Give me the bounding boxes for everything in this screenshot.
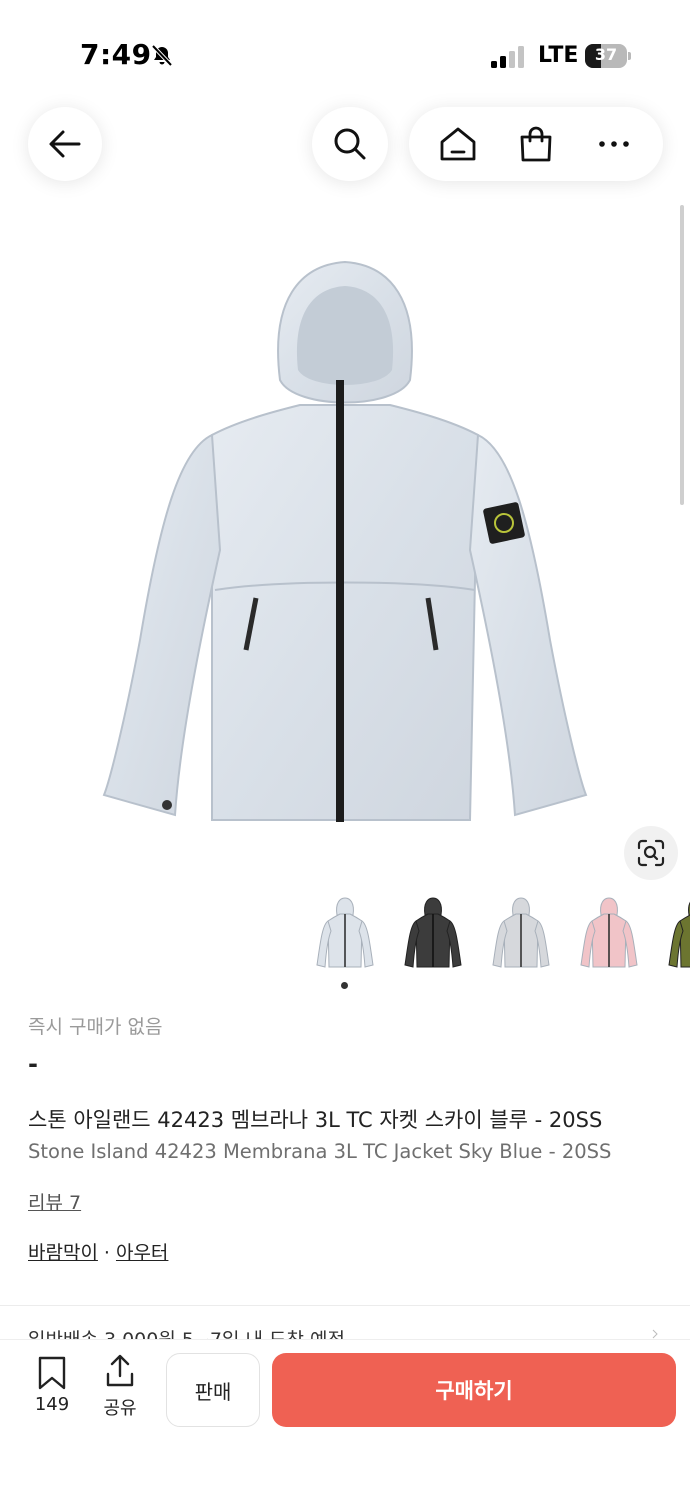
share-label: 공유 bbox=[103, 1398, 137, 1419]
price: - bbox=[28, 1050, 38, 1078]
buy-button[interactable]: 구매하기 bbox=[272, 1353, 676, 1427]
category-link-windbreaker[interactable]: 바람막이 bbox=[28, 1242, 98, 1264]
battery-level: 37 bbox=[594, 45, 618, 64]
chevron-right-icon bbox=[652, 1329, 658, 1339]
thumbnail-olive[interactable] bbox=[662, 895, 690, 975]
more-button[interactable] bbox=[594, 124, 634, 164]
instant-purchase-label: 즉시 구매가 없음 bbox=[28, 1016, 163, 1038]
sell-button[interactable]: 판매 bbox=[166, 1353, 260, 1427]
shopping-bag-icon bbox=[520, 126, 552, 162]
cart-button[interactable] bbox=[516, 124, 556, 164]
more-icon bbox=[599, 141, 629, 147]
wishlist-button[interactable]: 149 bbox=[22, 1352, 82, 1422]
wishlist-count: 149 bbox=[34, 1394, 70, 1415]
share-icon bbox=[106, 1354, 134, 1387]
status-time: 7:49 bbox=[80, 38, 152, 71]
search-icon bbox=[334, 128, 366, 160]
search-button[interactable] bbox=[312, 107, 388, 181]
battery-icon: 37 bbox=[585, 44, 631, 68]
status-bar: 7:49 LTE 37 bbox=[0, 0, 690, 110]
thumbnail-strip bbox=[310, 895, 690, 975]
category-separator: · bbox=[103, 1242, 110, 1264]
divider bbox=[0, 1305, 690, 1306]
bell-slash-icon bbox=[151, 44, 173, 67]
product-image[interactable] bbox=[0, 220, 690, 880]
carousel-indicator bbox=[341, 982, 348, 989]
product-title-ko: 스톤 아일랜드 42423 멤브라나 3L TC 자켓 스카이 블루 - 20S… bbox=[28, 1108, 603, 1132]
lens-search-icon bbox=[637, 839, 665, 867]
image-search-button[interactable] bbox=[624, 826, 678, 880]
category-links: 바람막이 · 아우터 bbox=[28, 1238, 168, 1265]
home-icon bbox=[440, 127, 476, 161]
thumbnail-black[interactable] bbox=[398, 895, 468, 975]
category-link-outer[interactable]: 아우터 bbox=[116, 1242, 168, 1264]
scroll-indicator[interactable] bbox=[680, 205, 684, 505]
thumbnail-sky-blue[interactable] bbox=[310, 895, 380, 975]
review-link[interactable]: 리뷰 7 bbox=[28, 1188, 81, 1215]
bookmark-icon bbox=[38, 1356, 66, 1390]
network-type: LTE bbox=[538, 43, 579, 68]
nav-action-group bbox=[409, 107, 663, 181]
shipping-info[interactable]: 일반배송 3,000원 5~7일 내 도착 예정 bbox=[28, 1324, 648, 1340]
thumbnail-light-grey[interactable] bbox=[486, 895, 556, 975]
arrow-left-icon bbox=[49, 130, 81, 158]
home-button[interactable] bbox=[438, 124, 478, 164]
thumbnail-pink[interactable] bbox=[574, 895, 644, 975]
product-title-en: Stone Island 42423 Membrana 3L TC Jacket… bbox=[28, 1140, 612, 1163]
signal-icon bbox=[491, 46, 524, 68]
share-button[interactable]: 공유 bbox=[92, 1352, 148, 1422]
back-button[interactable] bbox=[28, 107, 102, 181]
